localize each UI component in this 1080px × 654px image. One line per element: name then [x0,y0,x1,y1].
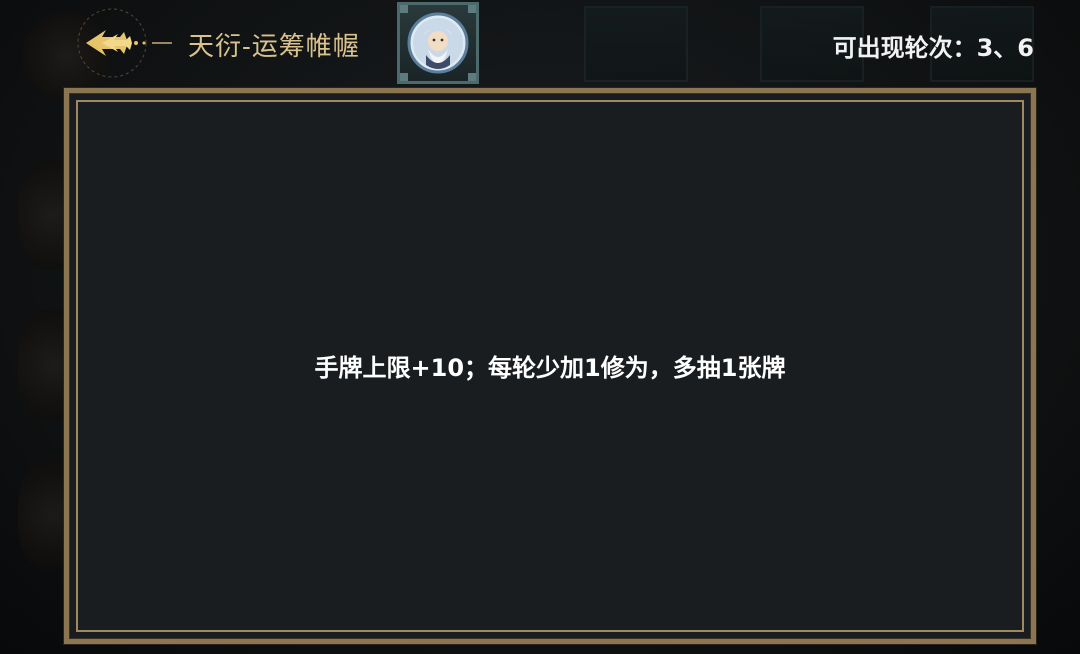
game-screen: 天衍-运筹帷幄 可出现轮次：3、6 手牌上限+10；每轮少加1修为，多抽1张牌 [0,0,1080,654]
description-panel: 手牌上限+10；每轮少加1修为，多抽1张牌 [64,88,1036,644]
page-title: 天衍-运筹帷幄 [188,32,360,62]
sage-portrait-icon [400,5,476,81]
top-bar: 天衍-运筹帷幄 可出现轮次：3、6 [0,0,1080,86]
back-button[interactable] [72,4,182,82]
appearance-rounds-label: 可出现轮次：3、6 [832,34,1034,62]
character-portrait[interactable] [397,2,479,84]
arrow-back-icon [77,8,172,78]
effect-description: 手牌上限+10；每轮少加1修为，多抽1张牌 [314,354,786,382]
